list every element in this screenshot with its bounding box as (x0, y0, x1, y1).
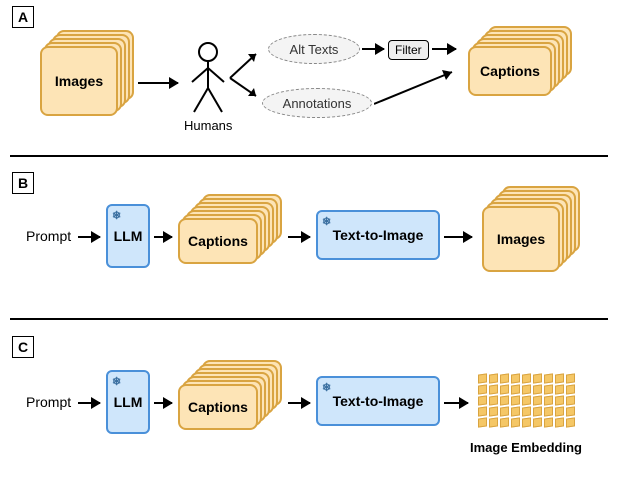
prompt-label-b: Prompt (26, 228, 71, 244)
captions-stack-label: Captions (480, 63, 540, 79)
prompt-label-c: Prompt (26, 394, 71, 410)
snowflake-icon: ❄ (112, 209, 121, 222)
llm-label-c: LLM (114, 394, 143, 410)
panel-b: B Prompt ❄ LLM Captions ❄ Text-to-Image … (0, 166, 618, 316)
arrow-icon (444, 236, 472, 238)
panel-b-label: B (12, 172, 34, 194)
humans-label: Humans (184, 118, 232, 133)
llm-module-c: ❄ LLM (106, 370, 150, 434)
snowflake-icon: ❄ (112, 375, 121, 388)
t2i-module-b: ❄ Text-to-Image (316, 210, 440, 260)
llm-module-b: ❄ LLM (106, 204, 150, 268)
arrow-icon (228, 46, 268, 102)
captions-stack-a: Captions (466, 40, 586, 110)
panel-a: A Images Humans Alt Texts Annotations Fi… (0, 0, 618, 160)
arrow-icon (288, 402, 310, 404)
arrow-icon (432, 48, 456, 50)
arrow-icon (362, 48, 384, 50)
alt-texts-ellipse: Alt Texts (268, 34, 360, 64)
img-embedding-label: Image Embedding (470, 440, 582, 455)
arrow-icon (444, 402, 468, 404)
divider-icon (10, 318, 608, 320)
panel-c: C Prompt ❄ LLM Captions ❄ Text-to-Image … (0, 330, 618, 490)
images-label-b: Images (497, 231, 545, 247)
arrow-icon (154, 402, 172, 404)
filter-box: Filter (388, 40, 429, 60)
arrow-icon (154, 236, 172, 238)
divider-icon (10, 155, 608, 157)
human-icon (186, 40, 230, 118)
images-stack-b: Images (480, 198, 590, 282)
captions-stack-b: Captions (178, 208, 298, 274)
captions-stack-c: Captions (178, 374, 298, 440)
snowflake-icon: ❄ (322, 215, 331, 228)
arrow-icon (138, 82, 178, 84)
arrow-icon (78, 236, 100, 238)
images-stack-label: Images (55, 73, 103, 89)
t2i-label: Text-to-Image (333, 227, 424, 243)
snowflake-icon: ❄ (322, 381, 331, 394)
panel-a-label: A (12, 6, 34, 28)
images-stack-a: Images (38, 42, 134, 120)
captions-label-b: Captions (188, 233, 248, 249)
alt-texts-label: Alt Texts (290, 42, 339, 57)
image-embedding-grid (478, 374, 575, 427)
llm-label: LLM (114, 228, 143, 244)
filter-label: Filter (395, 43, 422, 57)
arrow-icon (288, 236, 310, 238)
arrow-icon (374, 64, 464, 110)
annotations-ellipse: Annotations (262, 88, 372, 118)
panel-c-label: C (12, 336, 34, 358)
arrow-icon (78, 402, 100, 404)
t2i-module-c: ❄ Text-to-Image (316, 376, 440, 426)
t2i-label-c: Text-to-Image (333, 393, 424, 409)
captions-label-c: Captions (188, 399, 248, 415)
annotations-label: Annotations (283, 96, 352, 111)
